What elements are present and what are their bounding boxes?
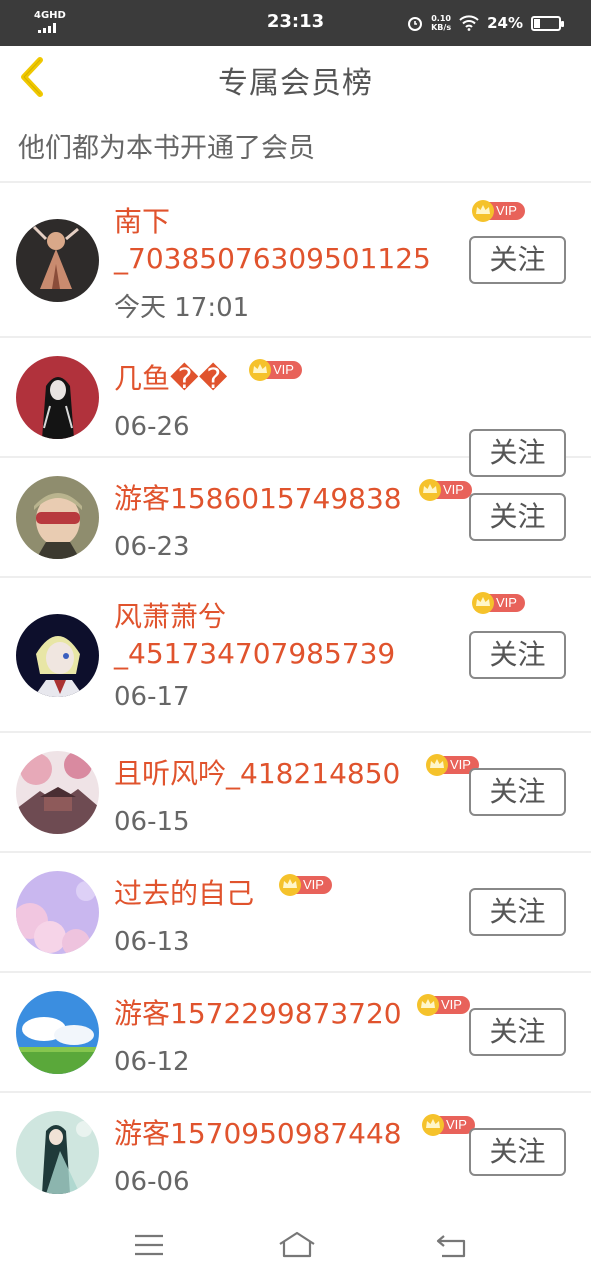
- vip-badge: VIP: [416, 993, 470, 1017]
- page-title: 专属会员榜: [218, 66, 373, 101]
- member-name[interactable]: 几鱼��: [114, 360, 227, 397]
- follow-button[interactable]: 关注: [469, 888, 566, 936]
- follow-button[interactable]: 关注: [469, 1128, 566, 1176]
- list-item: 游客1570950987448 VIP 06-06 关注: [0, 1093, 591, 1213]
- return-icon[interactable]: [434, 1230, 468, 1260]
- vip-label: VIP: [441, 997, 462, 1012]
- avatar[interactable]: [16, 614, 99, 697]
- follow-button[interactable]: 关注: [469, 236, 566, 284]
- vip-label: VIP: [273, 362, 294, 377]
- net-speed: 0.10 KB/s: [431, 14, 452, 32]
- member-name[interactable]: 过去的自己: [114, 875, 254, 912]
- member-date: 06-12: [114, 1047, 190, 1077]
- member-date: 今天 17:01: [114, 293, 250, 323]
- member-name[interactable]: 游客1586015749838: [114, 480, 402, 517]
- vip-badge: VIP: [421, 1113, 475, 1137]
- list-item: 几鱼�� VIP 06-26 关注: [0, 338, 591, 477]
- status-right: 0.10 KB/s 24%: [407, 10, 564, 36]
- list-item: 且听风吟_418214850 VIP 06-15 关注: [0, 733, 591, 853]
- vip-badge: VIP: [418, 478, 472, 502]
- menu-icon[interactable]: [132, 1230, 166, 1260]
- page-subtitle: 他们都为本书开通了会员: [18, 133, 315, 164]
- battery-percent: 24%: [487, 14, 523, 32]
- member-date: 06-15: [114, 807, 190, 837]
- avatar[interactable]: [16, 219, 99, 302]
- home-icon[interactable]: [278, 1230, 316, 1260]
- system-nav-bar: [0, 1212, 591, 1280]
- avatar[interactable]: [16, 1111, 99, 1194]
- member-date: 06-23: [114, 532, 190, 562]
- list-item: 游客1572299873720 VIP 06-12 关注: [0, 973, 591, 1093]
- follow-button[interactable]: 关注: [469, 631, 566, 679]
- member-date: 06-13: [114, 927, 190, 957]
- header: 专属会员榜: [0, 46, 591, 108]
- member-name[interactable]: 风萧萧兮 _451734707985739: [114, 598, 395, 672]
- vip-badge: VIP: [278, 873, 332, 897]
- vip-badge: VIP: [471, 591, 525, 615]
- member-date: 06-26: [114, 412, 190, 442]
- avatar[interactable]: [16, 871, 99, 954]
- member-date: 06-17: [114, 682, 190, 712]
- member-name[interactable]: 南下 _70385076309501125: [114, 203, 431, 277]
- alarm-icon: [408, 17, 423, 31]
- avatar[interactable]: [16, 476, 99, 559]
- vip-badge: VIP: [471, 199, 525, 223]
- vip-label: VIP: [443, 482, 464, 497]
- list-item: 过去的自己 VIP 06-13 关注: [0, 853, 591, 973]
- member-name[interactable]: 游客1572299873720: [114, 995, 402, 1032]
- vip-label: VIP: [303, 877, 324, 892]
- member-name[interactable]: 游客1570950987448: [114, 1115, 402, 1152]
- member-list: 南下 _70385076309501125 VIP 今天 17:01 关注 几鱼…: [0, 183, 591, 1213]
- wifi-icon: [459, 15, 479, 31]
- list-item: 游客1586015749838 VIP 06-23 关注: [0, 458, 591, 578]
- vip-label: VIP: [446, 1117, 467, 1132]
- member-date: 06-06: [114, 1167, 190, 1197]
- vip-label: VIP: [496, 203, 517, 218]
- avatar[interactable]: [16, 356, 99, 439]
- battery-level: [534, 18, 540, 28]
- follow-button[interactable]: 关注: [469, 1008, 566, 1056]
- vip-badge: VIP: [248, 358, 302, 382]
- status-bar: 4GHD 23:13 0.10 KB/s 24%: [0, 0, 591, 46]
- avatar[interactable]: [16, 991, 99, 1074]
- list-item: 南下 _70385076309501125 VIP 今天 17:01 关注: [0, 183, 591, 338]
- follow-button[interactable]: 关注: [469, 493, 566, 541]
- avatar[interactable]: [16, 751, 99, 834]
- member-name[interactable]: 且听风吟_418214850: [114, 755, 400, 792]
- vip-label: VIP: [496, 595, 517, 610]
- list-item: 风萧萧兮 _451734707985739 VIP 06-17 关注: [0, 578, 591, 733]
- battery-icon: [531, 15, 564, 31]
- follow-button[interactable]: 关注: [469, 768, 566, 816]
- vip-label: VIP: [450, 757, 471, 772]
